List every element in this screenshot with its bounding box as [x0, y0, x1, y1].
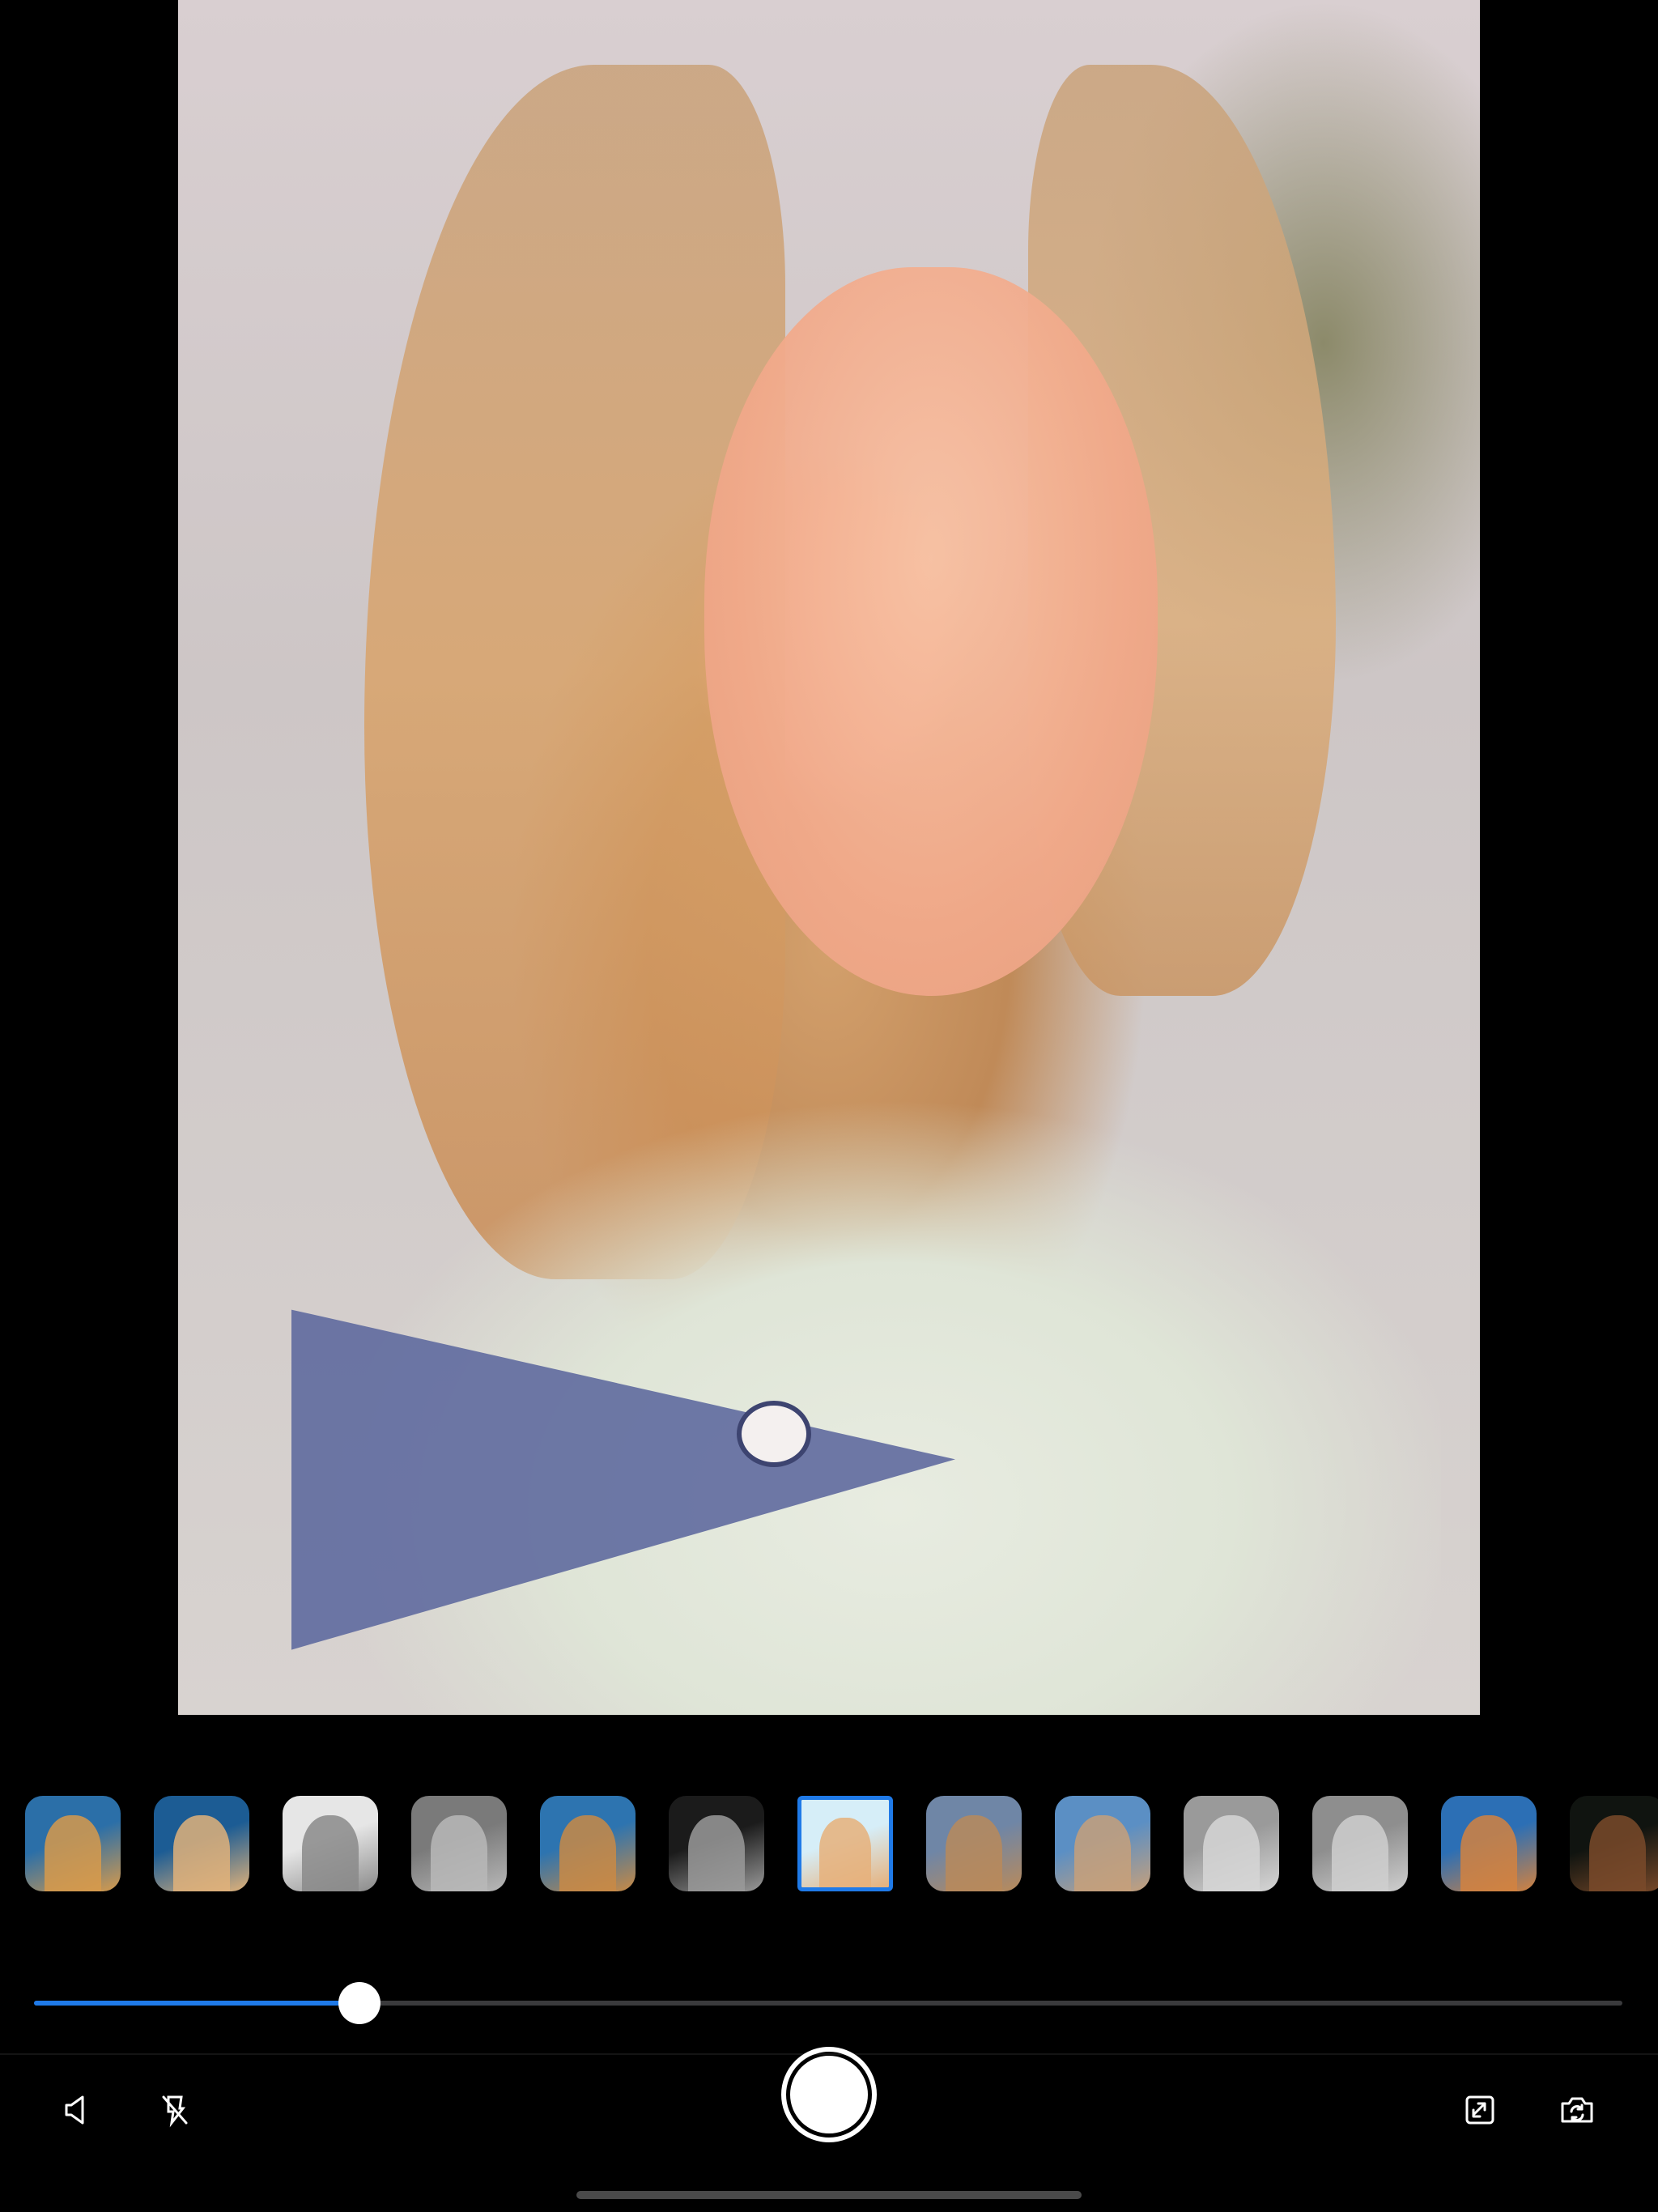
filter-halftone-2-thumbnail[interactable] [1312, 1796, 1408, 1891]
flash-off-icon[interactable] [146, 2081, 204, 2139]
home-indicator[interactable] [576, 2191, 1082, 2199]
switch-camera-icon[interactable] [1548, 2081, 1606, 2139]
thumbnail-figure [687, 1814, 746, 1891]
filter-halftone-thumbnail[interactable] [1184, 1796, 1279, 1891]
thumbnail-figure [1331, 1814, 1389, 1891]
photo-preview[interactable] [178, 0, 1480, 1715]
thumbnail-figure [430, 1814, 488, 1891]
filter-pixelate-thumbnail[interactable] [926, 1796, 1022, 1891]
thumbnail-figure [818, 1817, 872, 1887]
thumbnail-figure [1073, 1814, 1132, 1891]
filter-warm-thumbnail[interactable] [540, 1796, 636, 1891]
thumbnail-figure [1588, 1814, 1647, 1891]
filter-emboss-thumbnail[interactable] [411, 1796, 507, 1891]
intensity-slider[interactable] [34, 1979, 1622, 2027]
camera-screen [0, 0, 1658, 2212]
thumbnail-figure [301, 1814, 359, 1891]
share-icon[interactable] [1451, 2081, 1509, 2139]
filter-twirl-thumbnail[interactable] [1441, 1796, 1537, 1891]
thumbnail-figure [172, 1814, 231, 1891]
filter-color-2-thumbnail[interactable] [154, 1796, 249, 1891]
filter-color-1-thumbnail[interactable] [25, 1796, 121, 1891]
filter-strip [0, 1796, 1658, 1896]
filter-glass-thumbnail[interactable] [1055, 1796, 1150, 1891]
filter-color-edge-thumbnail[interactable] [797, 1796, 893, 1891]
thumbnail-figure [1460, 1814, 1518, 1891]
slider-fill [34, 2001, 360, 2006]
photo-face [704, 267, 1158, 996]
thumbnail-figure [559, 1814, 617, 1891]
thumbnail-figure [945, 1814, 1003, 1891]
thumbnail-figure [1202, 1814, 1261, 1891]
filter-mono-dark-thumbnail[interactable] [669, 1796, 764, 1891]
filter-sketch-bw-thumbnail[interactable] [283, 1796, 378, 1891]
shutter-core [790, 2056, 868, 2133]
shutter-button[interactable] [781, 2047, 877, 2142]
volume-icon[interactable] [49, 2081, 107, 2139]
thumbnail-figure [44, 1814, 102, 1891]
filter-neon-thumbnail[interactable] [1570, 1796, 1658, 1891]
slider-knob[interactable] [338, 1982, 381, 2024]
photo-jacket-button [737, 1401, 811, 1467]
